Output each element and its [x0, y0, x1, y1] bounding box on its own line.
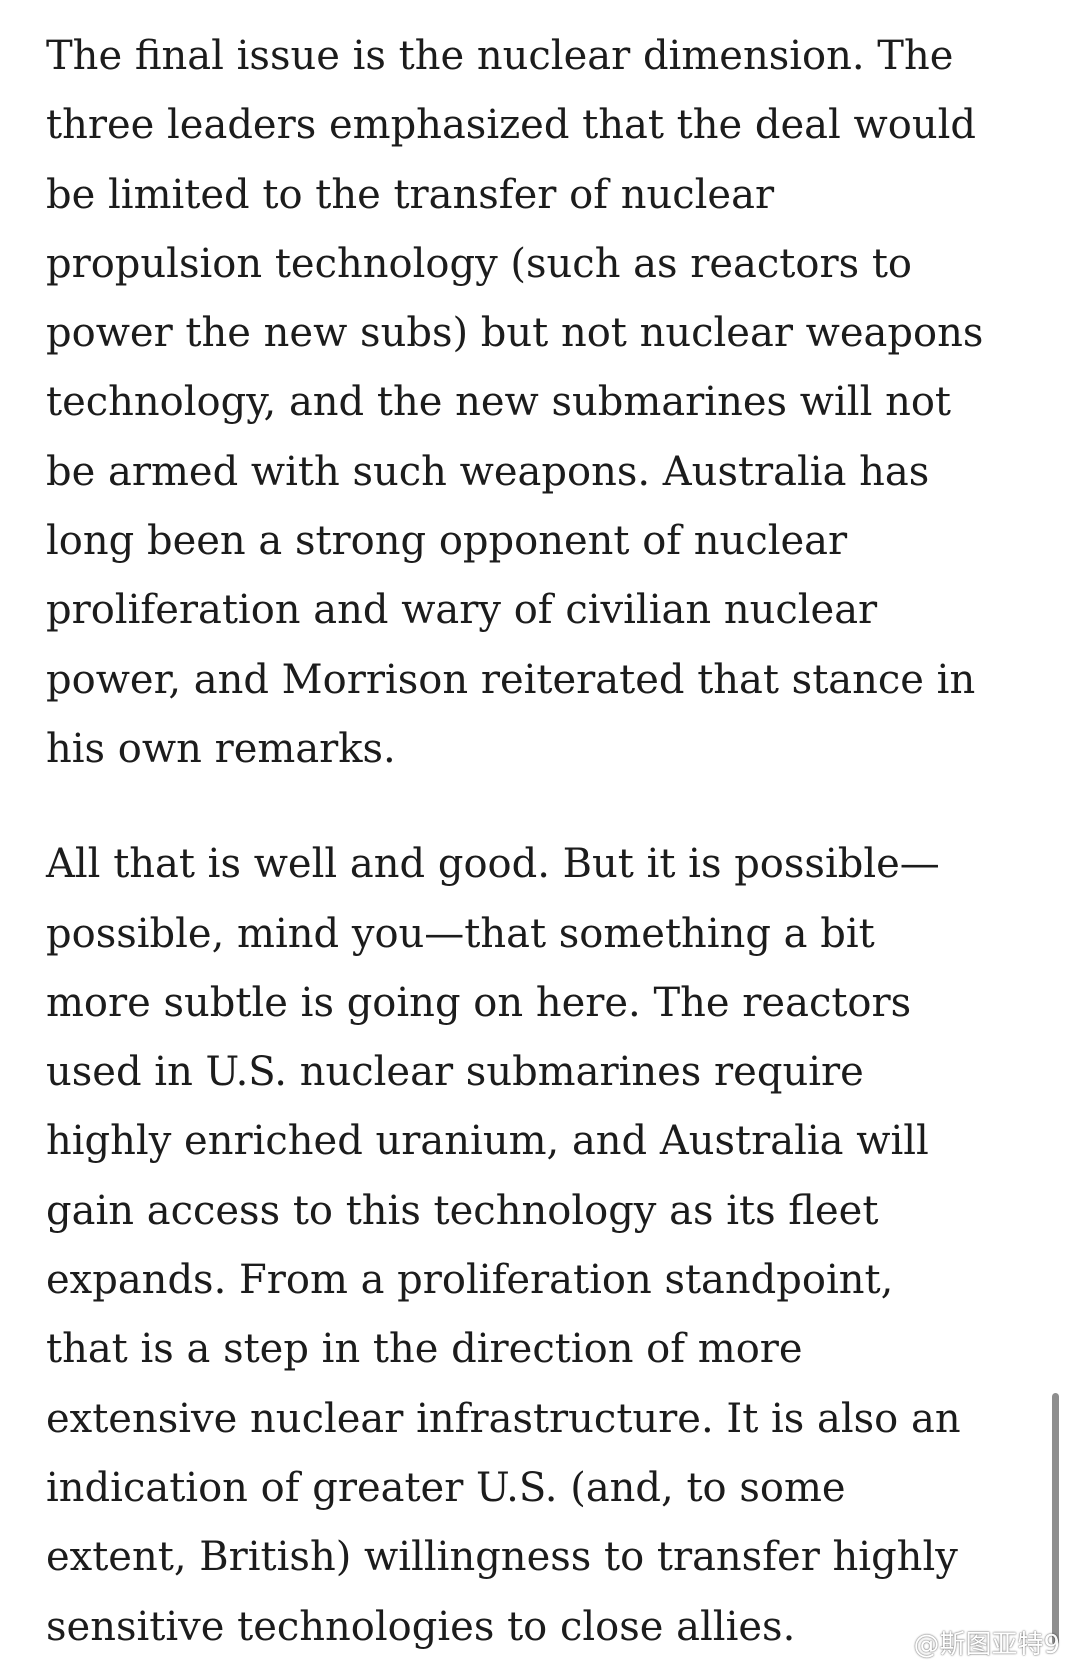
watermark-text: @斯图亚特9: [913, 1630, 1060, 1660]
article-body: The final issue is the nuclear dimension…: [46, 22, 1046, 1662]
article-paragraph: All that is well and good. But it is pos…: [46, 841, 961, 1650]
article-paragraph: The final issue is the nuclear dimension…: [46, 33, 984, 772]
vertical-scrollbar[interactable]: [1052, 1393, 1059, 1645]
watermark: @斯图亚特9: [873, 1624, 1060, 1661]
weibo-icon: [873, 1628, 909, 1658]
page: { "article": { "paragraphs": [ "The fina…: [0, 0, 1080, 1673]
